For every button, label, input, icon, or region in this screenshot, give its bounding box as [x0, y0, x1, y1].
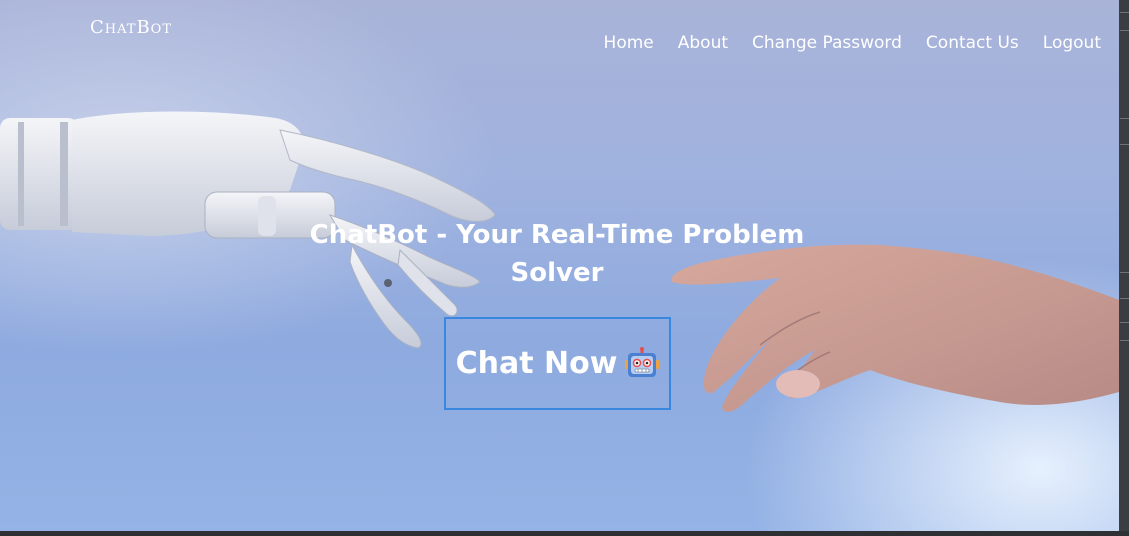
main-nav: Home About Change Password Contact Us Lo…: [604, 33, 1101, 53]
chat-now-button[interactable]: Chat Now: [444, 317, 671, 410]
nav-about[interactable]: About: [678, 33, 728, 53]
window-bottom-strip: [0, 531, 1129, 536]
hero-background: ChatBot Home About Change Password Conta…: [0, 0, 1119, 531]
edge-marker: [1120, 298, 1129, 299]
edge-marker: [1120, 30, 1129, 31]
edge-marker: [1120, 118, 1129, 119]
nav-contact-us[interactable]: Contact Us: [926, 33, 1019, 53]
chat-now-label: Chat Now: [455, 346, 618, 381]
nav-home[interactable]: Home: [604, 33, 654, 53]
window-edge-strip: [1119, 0, 1129, 536]
edge-marker: [1120, 340, 1129, 341]
nav-change-password[interactable]: Change Password: [752, 33, 902, 53]
edge-marker: [1120, 144, 1129, 145]
hero-title: ChatBot - Your Real-Time Problem Solver: [309, 220, 805, 288]
nav-logout[interactable]: Logout: [1043, 33, 1101, 53]
robot-face-icon: [625, 346, 660, 377]
edge-marker: [1120, 272, 1129, 273]
edge-marker: [1120, 322, 1129, 323]
edge-marker: [1120, 12, 1129, 13]
brand-logo[interactable]: ChatBot: [90, 17, 172, 38]
